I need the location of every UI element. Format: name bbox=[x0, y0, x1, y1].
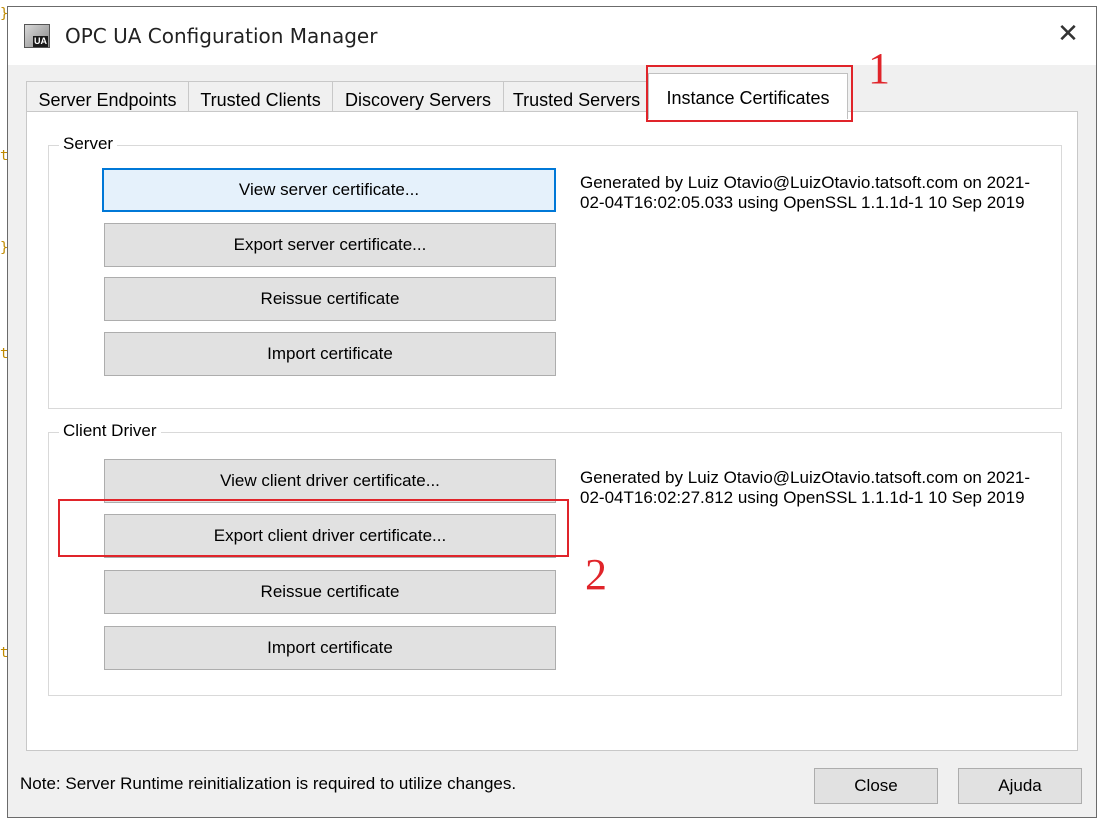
close-icon[interactable]: ✕ bbox=[1054, 21, 1082, 49]
instance-certificates-panel: Server View server certificate... Export… bbox=[26, 111, 1078, 751]
export-client-driver-certificate-button[interactable]: Export client driver certificate... bbox=[104, 514, 556, 558]
tab-instance-certificates[interactable]: Instance Certificates bbox=[648, 73, 848, 119]
annotation-number-1: 1 bbox=[868, 44, 890, 93]
close-button[interactable]: Close bbox=[814, 768, 938, 804]
server-group-title: Server bbox=[59, 134, 118, 154]
annotation-number-2: 2 bbox=[585, 550, 607, 599]
opc-ua-app-icon: UA bbox=[24, 24, 50, 48]
reissue-client-driver-certificate-button[interactable]: Reissue certificate bbox=[104, 570, 556, 614]
title-bar: UA OPC UA Configuration Manager ✕ bbox=[8, 7, 1096, 65]
help-button[interactable]: Ajuda bbox=[958, 768, 1082, 804]
export-server-certificate-button[interactable]: Export server certificate... bbox=[104, 223, 556, 267]
client-driver-group: Client Driver View client driver certifi… bbox=[48, 421, 1062, 696]
client-driver-certificate-info: Generated by Luiz Otavio@LuizOtavio.tats… bbox=[580, 468, 1031, 507]
view-client-driver-certificate-button[interactable]: View client driver certificate... bbox=[104, 459, 556, 503]
reinitialization-note: Note: Server Runtime reinitialization is… bbox=[20, 774, 517, 793]
import-client-driver-certificate-button[interactable]: Import certificate bbox=[104, 626, 556, 670]
window-title: OPC UA Configuration Manager bbox=[65, 24, 378, 48]
configuration-manager-window: UA OPC UA Configuration Manager ✕ Server… bbox=[7, 6, 1097, 818]
import-server-certificate-button[interactable]: Import certificate bbox=[104, 332, 556, 376]
app-icon-badge: UA bbox=[33, 36, 48, 47]
server-group: Server View server certificate... Export… bbox=[48, 134, 1062, 409]
reissue-server-certificate-button[interactable]: Reissue certificate bbox=[104, 277, 556, 321]
view-server-certificate-button[interactable]: View server certificate... bbox=[102, 168, 556, 212]
client-driver-group-title: Client Driver bbox=[59, 421, 161, 441]
server-certificate-info: Generated by Luiz Otavio@LuizOtavio.tats… bbox=[580, 173, 1031, 212]
